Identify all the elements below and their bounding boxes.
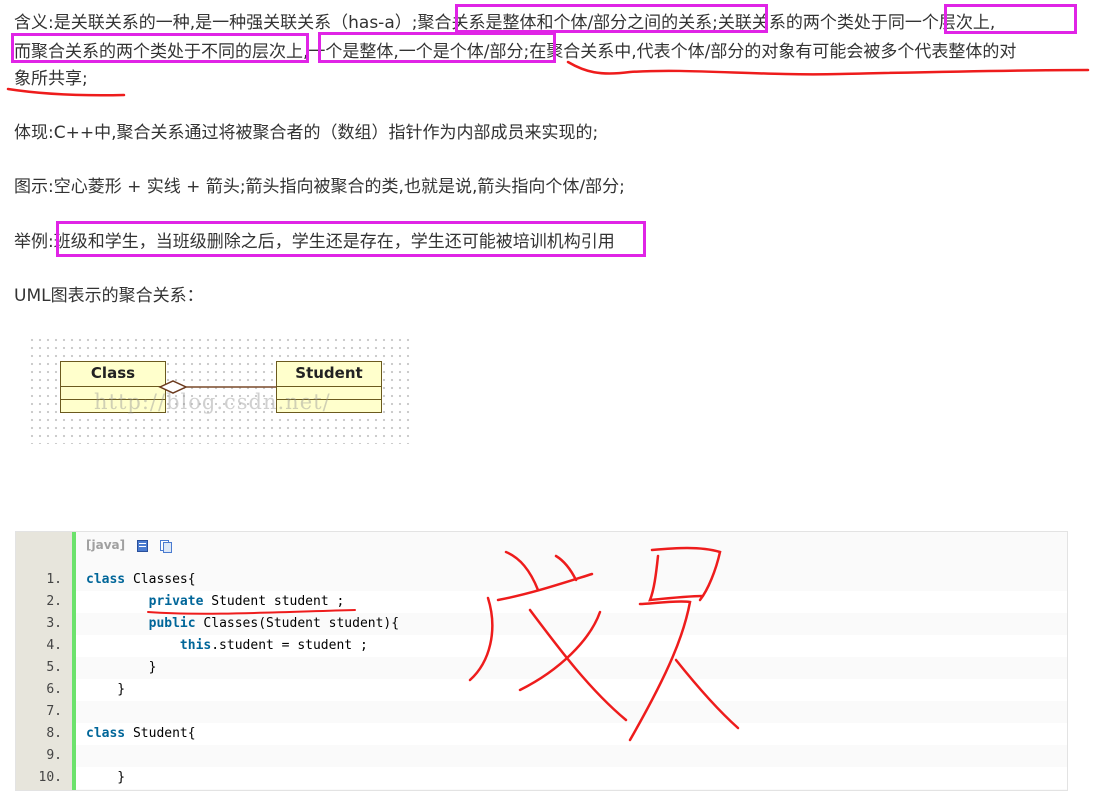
example-text: 举例:班级和学生，当班级删除之后，学生还是存在，学生还可能被培训机构引用 — [14, 232, 615, 252]
code-text: class Student{ — [86, 726, 196, 741]
uml-student-name: Student — [277, 362, 381, 387]
line-number: 6. — [46, 682, 62, 697]
line-number: 2. — [46, 594, 62, 609]
underline-shared-end — [6, 87, 126, 97]
line-number: 9. — [46, 748, 62, 763]
code-line: 9. — [16, 745, 1067, 767]
code-line: 8. class Student{ — [16, 723, 1067, 745]
code-line: 10. } — [16, 767, 1067, 789]
keyword: class — [86, 726, 126, 741]
code-text: private Student student ; — [148, 594, 345, 609]
line-number: 5. — [46, 660, 62, 675]
line-number: 1. — [46, 572, 62, 587]
line-number: 3. — [46, 616, 62, 631]
code-toolbar: [java] — [86, 538, 173, 553]
code-line: 4. this.student = student ; — [16, 635, 1067, 657]
uml-class-name: Class — [61, 362, 165, 387]
code-text: } — [86, 770, 126, 785]
view-source-icon[interactable] — [137, 539, 149, 552]
diagram-notation-text: 图示:空心菱形 + 实线 + 箭头;箭头指向被聚合的类,也就是说,箭头指向个体/… — [14, 177, 625, 197]
keyword: class — [86, 572, 126, 587]
definition-line-2: 而聚合关系的两个类处于不同的层次上,一个是整体,一个是个体/部分;在聚合关系中,… — [14, 42, 1017, 62]
line-number: 4. — [46, 638, 62, 653]
code-text: class Classes{ — [86, 572, 196, 587]
language-label[interactable]: [java] — [86, 538, 125, 552]
code-line: 2. private Student student ; — [16, 591, 1067, 613]
line-number: 7. — [46, 704, 62, 719]
code-text: } — [86, 660, 157, 675]
code-line: 7. — [16, 701, 1067, 723]
code-block: [java] 1. class Classes{ 2. private Studen… — [15, 531, 1068, 791]
code-text: } — [86, 682, 126, 697]
code-line: 5. } — [16, 657, 1067, 679]
uml-caption: UML图表示的聚合关系： — [14, 286, 204, 306]
code-line: 1. class Classes{ — [16, 569, 1067, 591]
copy-icon[interactable] — [160, 539, 173, 553]
underline-shared-object — [566, 60, 1090, 76]
keyword: public — [148, 616, 196, 631]
keyword: private — [148, 594, 204, 609]
definition-line-3: 象所共享; — [14, 69, 88, 89]
line-number: 8. — [46, 726, 62, 741]
code-text: public Classes(Student student){ — [148, 616, 400, 631]
definition-line-1: 含义:是关联关系的一种,是一种强关联关系（has-a）;聚合关系是整体和个体/部… — [14, 13, 996, 33]
line-number: 10. — [38, 770, 62, 785]
code-text: this.student = student ; — [179, 638, 368, 653]
keyword: this — [179, 638, 212, 653]
watermark: http://blog.csdn.net/ — [94, 390, 331, 414]
code-line: 6. } — [16, 679, 1067, 701]
code-line: 3. public Classes(Student student){ — [16, 613, 1067, 635]
embodiment-text: 体现:C++中,聚合关系通过将被聚合者的（数组）指针作为内部成员来实现的; — [14, 123, 599, 143]
